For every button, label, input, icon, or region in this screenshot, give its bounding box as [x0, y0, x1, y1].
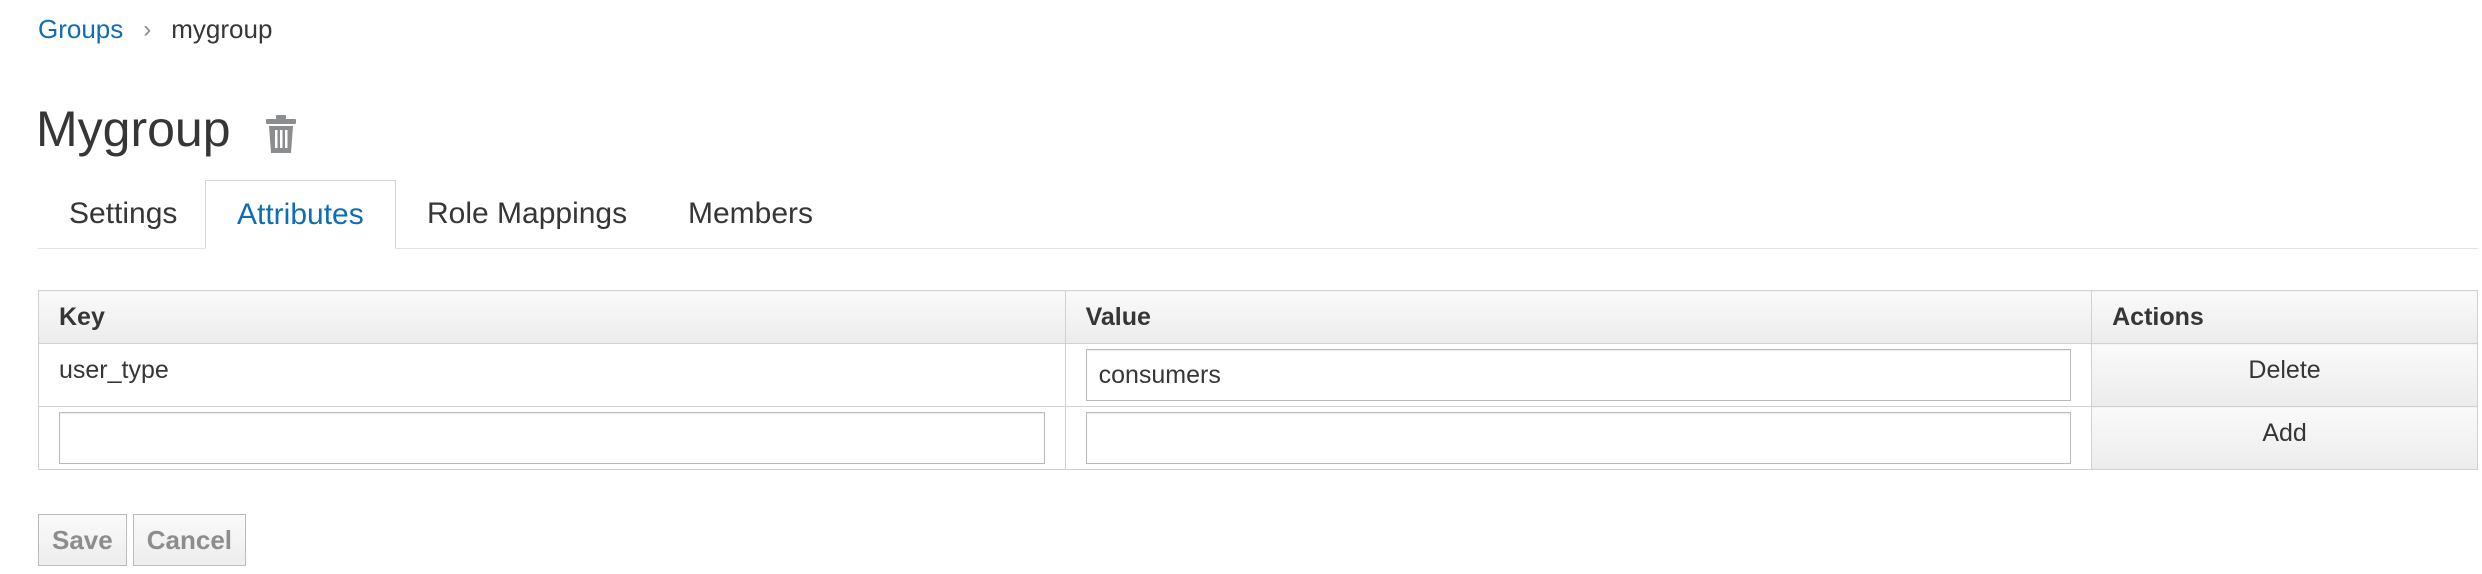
form-buttons: Save Cancel [38, 514, 252, 566]
new-attribute-row: Add [38, 406, 2478, 470]
breadcrumb-groups-link[interactable]: Groups [38, 14, 123, 45]
tab-settings[interactable]: Settings [38, 180, 208, 248]
actions-column-header: Actions [2091, 290, 2478, 344]
breadcrumb-separator: › [143, 15, 152, 43]
table-row: user_type Delete [38, 343, 2478, 407]
new-key-input[interactable] [59, 412, 1045, 464]
attribute-key-cell: user_type [38, 343, 1066, 407]
tab-role-mappings[interactable]: Role Mappings [396, 180, 658, 248]
value-column-header: Value [1064, 290, 2093, 344]
new-value-cell [1064, 406, 2093, 470]
trash-icon[interactable] [265, 114, 297, 154]
page-title: Mygroup [36, 101, 231, 157]
tab-members[interactable]: Members [657, 180, 844, 248]
key-column-header: Key [38, 290, 1066, 344]
new-value-input[interactable] [1085, 412, 2072, 464]
breadcrumb: Groups › mygroup [38, 14, 272, 45]
page: Groups › mygroup Mygroup Settings Attrib… [0, 0, 2482, 574]
add-attribute-button[interactable]: Add [2091, 406, 2478, 470]
attribute-value-input[interactable] [1085, 349, 2072, 401]
save-button[interactable]: Save [38, 514, 127, 566]
attribute-value-cell [1064, 343, 2093, 407]
table-header-row: Key Value Actions [38, 290, 2478, 344]
tab-bar: Settings Attributes Role Mappings Member… [38, 180, 2478, 249]
new-key-cell [38, 406, 1066, 470]
delete-attribute-button[interactable]: Delete [2091, 343, 2478, 407]
tab-attributes[interactable]: Attributes [205, 180, 396, 249]
title-row: Mygroup [36, 100, 297, 158]
attributes-table: Key Value Actions user_type Delete [38, 290, 2478, 470]
cancel-button[interactable]: Cancel [132, 514, 246, 566]
breadcrumb-current: mygroup [171, 14, 273, 44]
